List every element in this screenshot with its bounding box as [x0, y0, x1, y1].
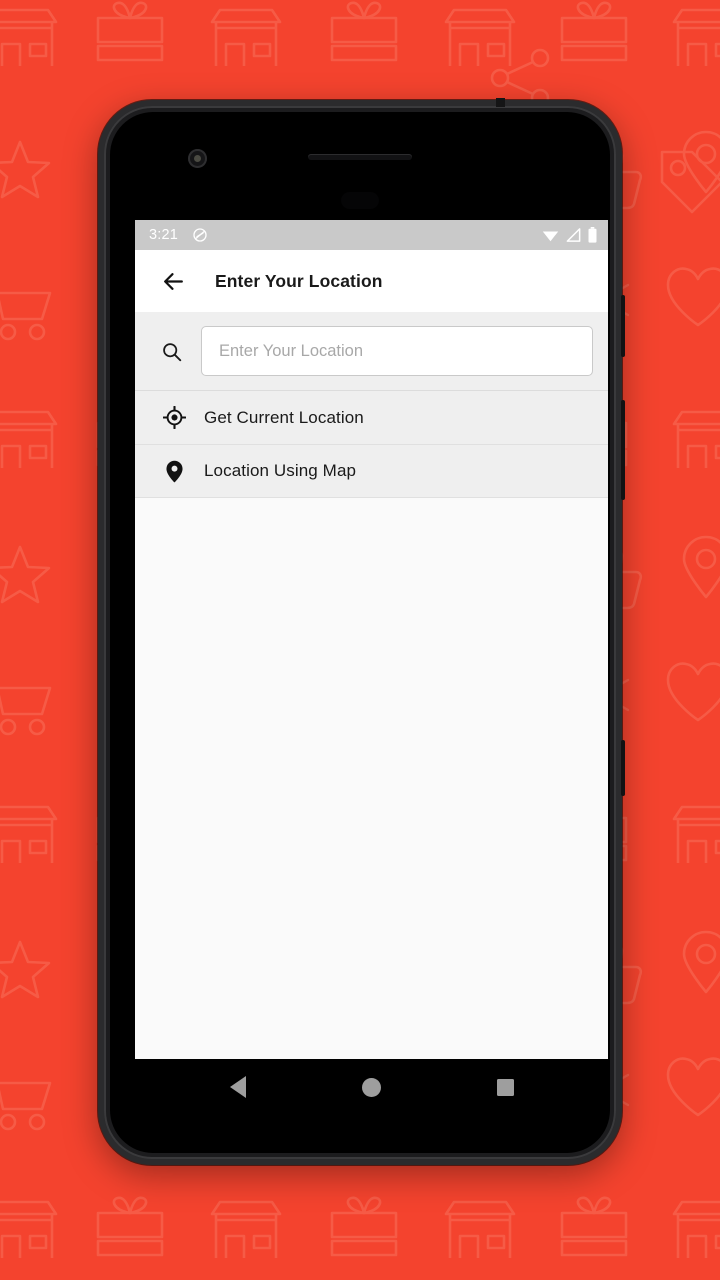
battery-icon	[588, 227, 597, 243]
volume-button[interactable]	[621, 400, 625, 500]
circle-home-icon	[361, 1077, 381, 1097]
map-pin-glyph	[165, 460, 183, 482]
gps-crosshair-glyph	[162, 406, 186, 429]
arrow-left-icon	[163, 272, 183, 290]
app-bar: Enter Your Location	[135, 250, 608, 312]
antenna-band	[496, 98, 505, 107]
search-row	[135, 312, 608, 391]
option-label: Location Using Map	[204, 461, 357, 480]
back-button[interactable]	[153, 261, 193, 301]
status-bar-time: 3:21	[149, 227, 179, 243]
proximity-sensor-icon	[341, 192, 379, 209]
location-off-icon	[193, 228, 207, 242]
status-bar: 3:21	[135, 220, 608, 250]
assistant-button[interactable]	[621, 740, 625, 796]
square-recents-icon	[496, 1078, 514, 1096]
cellular-signal-icon	[566, 228, 581, 242]
phone-inner-bezel: 3:21 Enter Your Location Enter Your Loca…	[104, 106, 616, 1159]
gps-crosshair-icon	[159, 406, 189, 429]
front-camera-icon	[188, 149, 207, 168]
wifi-icon	[542, 231, 559, 242]
status-bar-left-icons	[192, 227, 208, 243]
nav-home-button[interactable]	[348, 1064, 394, 1110]
nav-recents-button[interactable]	[482, 1064, 528, 1110]
phone-face: 3:21 Enter Your Location Enter Your Loca…	[110, 112, 610, 1153]
page-title: Enter Your Location	[215, 270, 383, 291]
status-bar-right-icons	[542, 227, 597, 243]
triangle-back-icon	[229, 1076, 246, 1098]
option-label: Get Current Location	[204, 407, 364, 427]
search-input[interactable]	[201, 326, 593, 376]
nav-back-button[interactable]	[215, 1064, 261, 1110]
search-icon[interactable]	[156, 341, 186, 362]
earpiece-speaker-icon	[308, 154, 412, 160]
android-navigation-bar	[135, 1059, 608, 1115]
power-button[interactable]	[621, 295, 625, 357]
phone-screen: 3:21 Enter Your Location Enter Your Loca…	[135, 220, 608, 1059]
location-options-list: Get Current Location Location Using Map	[135, 391, 608, 497]
map-pin-icon	[159, 460, 189, 483]
empty-results-area	[135, 498, 608, 1011]
option-get-current-location[interactable]: Get Current Location	[135, 391, 608, 444]
search-magnifier-icon	[162, 342, 181, 361]
phone-device-frame: 3:21 Enter Your Location Enter Your Loca…	[98, 98, 625, 1165]
option-location-using-map[interactable]: Location Using Map	[135, 444, 608, 497]
